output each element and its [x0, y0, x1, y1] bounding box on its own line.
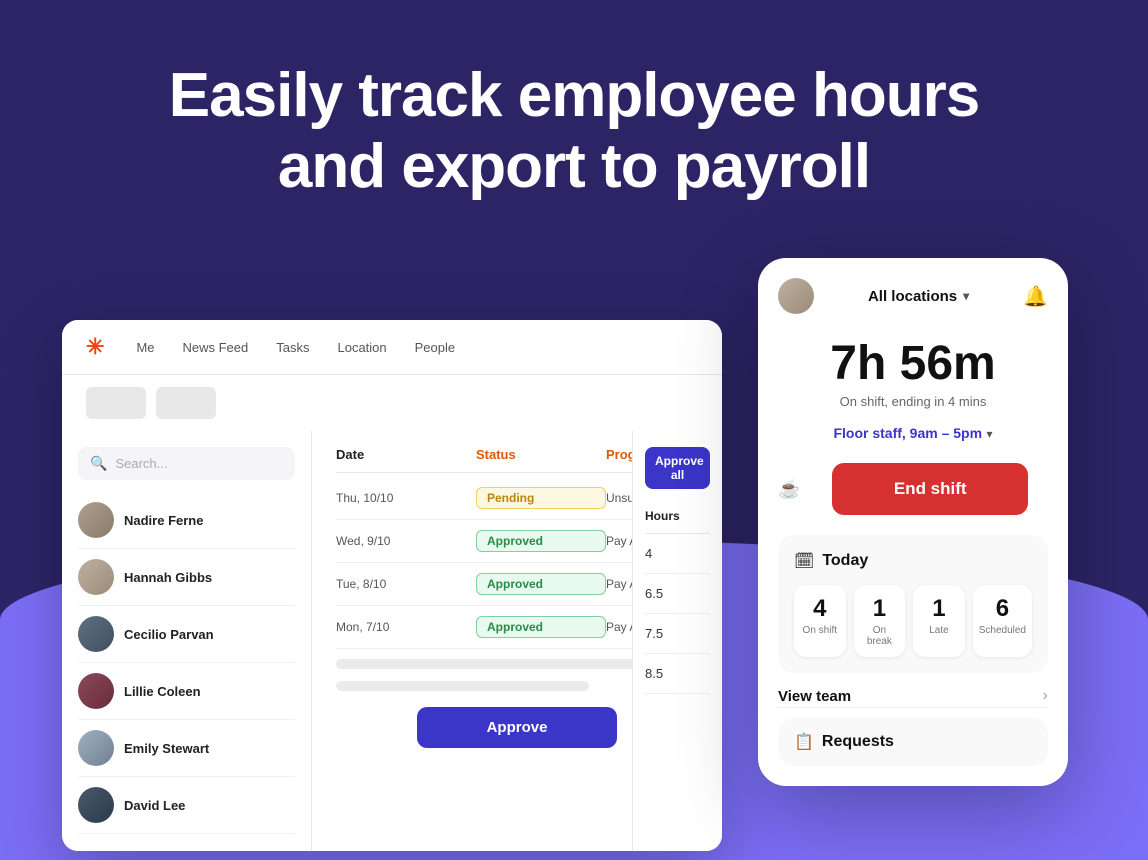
nav-location[interactable]: Location	[337, 340, 386, 355]
mobile-app-card: All locations ▾ 🔔 7h 56m On shift, endin…	[758, 258, 1068, 786]
avatar	[78, 559, 114, 595]
status-badge: Pending	[476, 487, 606, 509]
requests-title: Requests	[822, 733, 894, 751]
stats-grid: 4 On shift 1 On break 1 Late 6 Scheduled	[794, 585, 1032, 657]
bell-icon[interactable]: 🔔	[1023, 284, 1048, 309]
mobile-location[interactable]: All locations ▾	[868, 288, 969, 305]
nav-people[interactable]: People	[415, 340, 455, 355]
hours-header: Hours	[645, 509, 710, 534]
list-item[interactable]: Emily Stewart	[78, 720, 295, 777]
date-cell: Thu, 10/10	[336, 491, 476, 505]
calendar-icon: 🗓	[794, 551, 814, 571]
app-logo: ✳	[86, 334, 104, 360]
end-shift-button[interactable]: End shift	[832, 463, 1028, 515]
toolbar-btn-1[interactable]	[86, 387, 146, 419]
stat-card-scheduled: 6 Scheduled	[973, 585, 1032, 657]
employee-name: Lillie Coleen	[124, 684, 201, 699]
chevron-down-icon: ▾	[963, 289, 969, 303]
stat-number: 1	[860, 595, 900, 623]
status-badge: Approved	[476, 616, 606, 638]
location-label: All locations	[868, 288, 957, 305]
employee-name: David Lee	[124, 798, 185, 813]
status-badge: Approved	[476, 573, 606, 595]
hours-value: 4	[645, 534, 710, 574]
list-item[interactable]: David Lee	[78, 777, 295, 834]
date-cell: Wed, 9/10	[336, 534, 476, 548]
mobile-user-avatar	[778, 278, 814, 314]
stat-number: 6	[979, 595, 1026, 623]
divider	[778, 707, 1048, 708]
list-item[interactable]: Cecilio Parvan	[78, 606, 295, 663]
avatar	[78, 730, 114, 766]
hours-value: 6.5	[645, 574, 710, 614]
view-team-label: View team	[778, 688, 851, 705]
avatar	[78, 502, 114, 538]
today-title: Today	[822, 552, 868, 570]
hero-line2: and export to payroll	[0, 131, 1148, 202]
date-cell: Tue, 8/10	[336, 577, 476, 591]
stat-label: Scheduled	[979, 625, 1026, 636]
employee-sidebar: 🔍 Search... Nadire Ferne Hannah Gibbs Ce…	[62, 431, 312, 851]
stat-card-onbreak: 1 On break	[854, 585, 906, 657]
today-header: 🗓 Today	[794, 551, 1032, 571]
search-box[interactable]: 🔍 Search...	[78, 447, 295, 480]
col-header-status: Status	[476, 447, 606, 462]
employee-name: Hannah Gibbs	[124, 570, 212, 585]
stat-label: On shift	[800, 625, 840, 636]
list-item[interactable]: Nadire Ferne	[78, 492, 295, 549]
employee-name: Emily Stewart	[124, 741, 209, 756]
shift-label: Floor staff, 9am – 5pm	[833, 425, 982, 441]
hero-line1: Easily track employee hours	[0, 60, 1148, 131]
date-cell: Mon, 7/10	[336, 620, 476, 634]
approve-button[interactable]: Approve	[417, 707, 617, 748]
view-team-row[interactable]: View team ›	[758, 673, 1068, 707]
requests-header: 📋 Requests	[794, 732, 1032, 752]
desktop-app-card: ✳ Me News Feed Tasks Location People 🔍 S…	[62, 320, 722, 851]
nav-tasks[interactable]: Tasks	[276, 340, 309, 355]
desktop-content: 🔍 Search... Nadire Ferne Hannah Gibbs Ce…	[62, 431, 722, 851]
skeleton-row	[336, 659, 644, 669]
stat-number: 1	[919, 595, 959, 623]
time-subtitle: On shift, ending in 4 mins	[778, 394, 1048, 409]
stat-card-late: 1 Late	[913, 585, 965, 657]
search-icon: 🔍	[90, 455, 107, 472]
stat-label: Late	[919, 625, 959, 636]
stat-label: On break	[860, 625, 900, 647]
shift-info: Floor staff, 9am – 5pm ▾	[758, 413, 1068, 455]
stat-card-onshift: 4 On shift	[794, 585, 846, 657]
desktop-toolbar	[62, 375, 722, 431]
chevron-down-icon: ▾	[987, 427, 993, 441]
nav-newsfeed[interactable]: News Feed	[183, 340, 249, 355]
hours-column: Approve all Hours 4 6.5 7.5 8.5	[632, 431, 722, 851]
toolbar-btn-2[interactable]	[156, 387, 216, 419]
desktop-nav: ✳ Me News Feed Tasks Location People	[62, 320, 722, 375]
today-section: 🗓 Today 4 On shift 1 On break 1 Late 6 S…	[778, 535, 1048, 673]
col-header-date: Date	[336, 447, 476, 462]
requests-icon: 📋	[794, 732, 814, 752]
approve-all-button[interactable]: Approve all	[645, 447, 710, 489]
mobile-time-section: 7h 56m On shift, ending in 4 mins	[758, 330, 1068, 413]
nav-me[interactable]: Me	[136, 340, 154, 355]
requests-section: 📋 Requests	[778, 718, 1048, 766]
hours-value: 8.5	[645, 654, 710, 694]
employee-name: Cecilio Parvan	[124, 627, 214, 642]
hero-heading: Easily track employee hours and export t…	[0, 0, 1148, 203]
time-display: 7h 56m	[778, 340, 1048, 388]
status-badge: Approved	[476, 530, 606, 552]
skeleton-row	[336, 681, 589, 691]
mobile-header: All locations ▾ 🔔	[758, 258, 1068, 330]
end-shift-row: ☕ End shift	[758, 455, 1068, 523]
avatar	[78, 673, 114, 709]
nav-items: Me News Feed Tasks Location People	[136, 340, 455, 355]
chevron-right-icon: ›	[1043, 687, 1048, 705]
stat-number: 4	[800, 595, 840, 623]
list-item[interactable]: Lillie Coleen	[78, 663, 295, 720]
search-input-placeholder: Search...	[115, 456, 167, 471]
hours-value: 7.5	[645, 614, 710, 654]
avatar	[78, 787, 114, 823]
employee-name: Nadire Ferne	[124, 513, 203, 528]
avatar	[78, 616, 114, 652]
list-item[interactable]: Hannah Gibbs	[78, 549, 295, 606]
coffee-icon: ☕	[778, 479, 800, 500]
